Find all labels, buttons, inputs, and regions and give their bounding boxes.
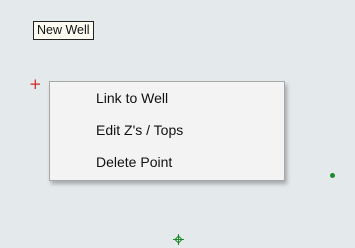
map-canvas[interactable]: New Well + Link to Well Edit Z's / Tops …	[0, 0, 355, 248]
well-label[interactable]: New Well	[33, 21, 94, 40]
context-menu: Link to Well Edit Z's / Tops Delete Poin…	[49, 81, 285, 181]
menu-item-link-to-well[interactable]: Link to Well	[96, 88, 168, 108]
red-plus-marker-icon[interactable]: +	[29, 77, 42, 92]
green-diamond-crosshair-marker-icon[interactable]	[173, 234, 184, 245]
menu-item-edit-zs-tops[interactable]: Edit Z's / Tops	[96, 120, 183, 140]
green-point-marker-icon[interactable]	[330, 173, 335, 178]
menu-item-delete-point[interactable]: Delete Point	[96, 152, 172, 172]
